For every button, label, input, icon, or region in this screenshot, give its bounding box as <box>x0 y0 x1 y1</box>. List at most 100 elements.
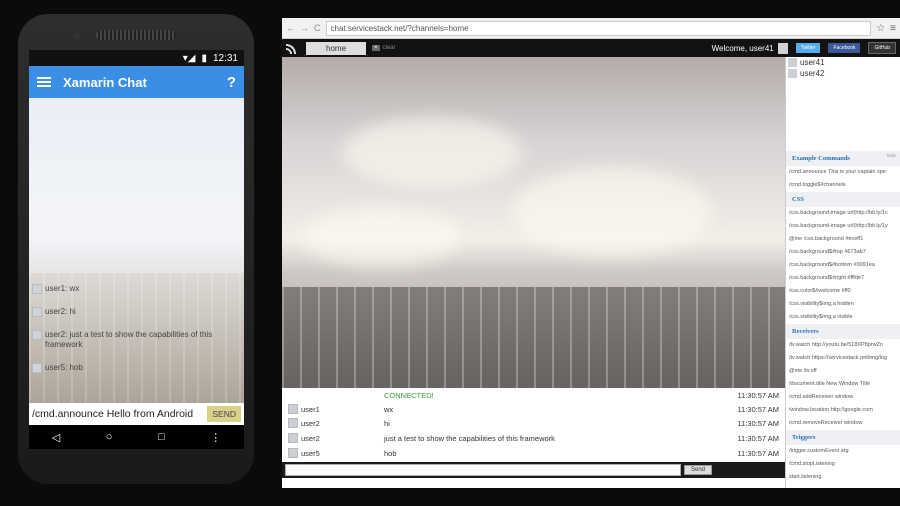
command-item[interactable]: @me /css.background #eceff1 <box>786 233 900 246</box>
phone-screen: ▾◢ ▮ 12:31 Xamarin Chat ? user1: wx user… <box>29 50 244 449</box>
username[interactable]: user2 <box>301 419 320 428</box>
command-item[interactable]: /css.background-image url(http://bit.ly/… <box>786 220 900 233</box>
app-bar: Xamarin Chat ? <box>29 66 244 98</box>
username: user42 <box>800 69 825 78</box>
command-item[interactable]: /trigger.customEvent arg <box>786 445 900 458</box>
command-item[interactable]: start.listening <box>786 471 900 484</box>
section-title: Receivers <box>792 328 819 335</box>
clear-button[interactable]: × clear <box>372 45 396 51</box>
timestamp: 11:30:57 AM <box>737 448 779 458</box>
username[interactable]: user2 <box>301 434 320 443</box>
signal-icon: ▾◢ <box>182 52 196 64</box>
avatar <box>32 284 42 294</box>
app-title: Xamarin Chat <box>63 74 147 90</box>
list-item: user2: just a test to show the capabilit… <box>32 330 238 350</box>
reload-icon[interactable]: C <box>314 23 321 33</box>
user-list-item[interactable]: user41 <box>786 57 900 68</box>
address-bar[interactable]: chat.servicestack.net/?channels=home <box>325 20 872 36</box>
command-item[interactable]: /cmd.addReceiver window <box>786 391 900 404</box>
avatar <box>32 330 42 340</box>
sidebar: user41 user42 Example Commands hide /cmd… <box>785 57 900 488</box>
message-text: hob <box>384 448 397 458</box>
avatar <box>288 433 298 443</box>
recent-apps-icon[interactable]: □ <box>158 431 165 443</box>
message-text: hi <box>384 418 390 428</box>
forward-arrow-icon[interactable]: → <box>300 23 309 33</box>
section-title: Triggers <box>792 434 816 441</box>
command-item[interactable]: /cmd.stopListening <box>786 458 900 471</box>
avatar <box>288 404 298 414</box>
table-row: user2 hi 11:30:57 AM <box>282 416 785 430</box>
command-item[interactable]: /css.visibility$img,a hidden <box>786 298 900 311</box>
command-item[interactable]: /css.background-image url(http://bit.ly/… <box>786 207 900 220</box>
twitter-button[interactable]: Twitter <box>795 43 821 53</box>
chat-input[interactable] <box>285 464 681 476</box>
wooden-floor <box>282 287 785 388</box>
battery-icon: ▮ <box>201 52 207 64</box>
servicestack-logo <box>286 42 300 54</box>
avatar <box>788 69 797 78</box>
back-icon[interactable]: ◁ <box>52 431 60 444</box>
command-item[interactable]: @me /tv.off <box>786 365 900 378</box>
browser-menu-icon[interactable]: ≡ <box>890 23 896 34</box>
command-item[interactable]: /cmd.announce This is your captain spe <box>786 166 900 179</box>
timestamp: 11:30:57 AM <box>737 404 779 414</box>
table-row: user2 just a test to show the capabiliti… <box>282 431 785 445</box>
back-arrow-icon[interactable]: ← <box>286 23 295 33</box>
command-item[interactable]: /window.location http://google.com <box>786 404 900 417</box>
section-title: Example Commands <box>792 155 850 162</box>
browser-toolbar: ← → C chat.servicestack.net/?channels=ho… <box>282 18 900 39</box>
avatar <box>32 307 42 317</box>
table-row: CONNECTED! 11:30:57 AM <box>282 388 785 402</box>
cloud <box>302 207 462 267</box>
facebook-button[interactable]: Facebook <box>828 43 861 53</box>
user-list-item[interactable]: user42 <box>786 68 900 79</box>
message-text: just a test to show the capabilities of … <box>384 433 555 443</box>
avatar <box>777 42 788 54</box>
command-item[interactable]: /css.background$#right #fffde7 <box>786 272 900 285</box>
section-triggers: Triggers <box>786 430 900 445</box>
section-receivers: Receivers <box>786 324 900 339</box>
command-item[interactable]: /css.background$#bottom #0091ea <box>786 259 900 272</box>
command-item[interactable]: /document.title New Window Title <box>786 378 900 391</box>
more-icon[interactable]: ⋮ <box>210 431 221 444</box>
send-button[interactable]: Send <box>684 465 713 475</box>
browser-window: ← → C chat.servicestack.net/?channels=ho… <box>282 18 900 488</box>
clear-label: clear <box>382 45 396 51</box>
timestamp: 11:30:57 AM <box>737 418 779 428</box>
send-bar: Send <box>282 462 785 478</box>
hide-button[interactable]: hide <box>887 153 896 159</box>
table-row: user5 hob 11:30:57 AM <box>282 446 785 460</box>
command-item[interactable]: /cmd.toggle$#channels <box>786 179 900 192</box>
tab-home[interactable]: home <box>306 41 367 55</box>
speaker-grille <box>96 30 176 40</box>
username[interactable]: user5 <box>301 449 320 458</box>
help-button[interactable]: ? <box>227 74 236 91</box>
message-text: wx <box>384 404 394 414</box>
close-icon: × <box>372 45 380 51</box>
avatar <box>288 418 298 428</box>
command-item[interactable]: /cmd.removeReceiver window <box>786 417 900 430</box>
command-item[interactable]: /css.visibility$img,a visible <box>786 311 900 324</box>
section-example-commands: Example Commands hide <box>786 151 900 166</box>
command-item[interactable]: /tv.watch http://youtu.be/518XP8prwZo <box>786 339 900 352</box>
github-button[interactable]: GitHub <box>868 42 896 54</box>
command-item[interactable]: /css.color$#welcome #ff0 <box>786 285 900 298</box>
cloud <box>512 167 712 257</box>
message-input[interactable]: /cmd.announce Hello from Android <box>32 408 207 420</box>
chat-header: home × clear Welcome, user41 Twitter Face… <box>282 39 900 57</box>
send-button[interactable]: SEND <box>207 406 241 422</box>
hamburger-menu-icon[interactable] <box>37 75 51 89</box>
list-item: user5: hob <box>32 363 238 373</box>
timestamp: 11:30:57 AM <box>737 390 779 400</box>
command-item[interactable]: /css.background$#top #673ab7 <box>786 246 900 259</box>
home-icon[interactable]: ○ <box>106 431 113 443</box>
username[interactable]: user1 <box>301 405 320 414</box>
timestamp: 11:30:57 AM <box>737 433 779 443</box>
avatar <box>788 58 797 67</box>
bookmark-star-icon[interactable]: ☆ <box>876 23 885 34</box>
phone-chat-area: user1: wx user2: hi user2: just a test t… <box>29 98 244 403</box>
avatar <box>288 448 298 458</box>
command-item[interactable]: /tv.watch https://servicestack.net/img/l… <box>786 352 900 365</box>
